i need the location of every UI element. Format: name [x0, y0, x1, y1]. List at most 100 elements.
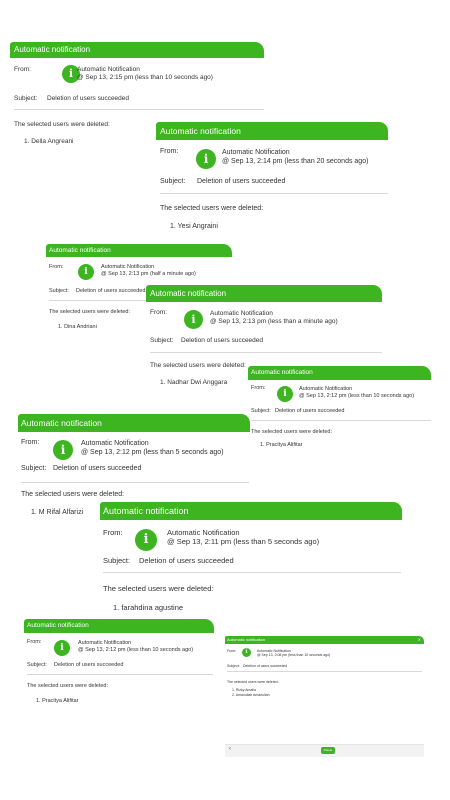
- subject-text: Deletion of users succeeded: [53, 465, 142, 472]
- sender-meta: Automatic Notification @ Sep 13, 2:12 pm…: [81, 440, 224, 458]
- subject-label: Subject:: [27, 662, 47, 668]
- dialog-footer: ‹ Delete: [225, 744, 424, 757]
- sender-name: Automatic Notification: [299, 386, 353, 392]
- timestamp: @ Sep 13, 2:12 pm (less than 5 seconds a…: [81, 448, 224, 456]
- sender-name: Automatic Notification: [210, 310, 273, 317]
- notification-card: Automatic notification From: i Automatic…: [248, 366, 431, 462]
- subject-label: Subject:: [49, 288, 69, 294]
- deleted-user: 1. Pracitya Alifitar: [36, 698, 79, 704]
- header-title: Automatic notification: [227, 637, 266, 642]
- info-icon: i: [184, 310, 203, 329]
- sender-meta: Automatic Notification @ Sep 13, 2:15 pm…: [77, 66, 213, 82]
- deleted-user: 1. farahdina agustine: [113, 603, 184, 612]
- notification-card: Automatic notification From: i Automatic…: [24, 619, 214, 715]
- subject-label: Subject:: [251, 408, 271, 414]
- subject-label: Subject:: [103, 556, 131, 565]
- notification-header: Automatic notification: [248, 366, 431, 380]
- deleted-user: 1. Della Angreani: [24, 138, 74, 145]
- sender-meta: Automatic Notification @ Sep 13, 2:11 pm…: [167, 528, 319, 547]
- sender-name: Automatic Notification: [222, 149, 290, 156]
- body-text: The selected users were deleted:: [251, 429, 333, 435]
- deleted-user: 1. Dina Andriani: [58, 324, 97, 330]
- info-icon: i: [196, 149, 216, 169]
- subject-label: Subject:: [160, 178, 186, 185]
- deleted-user: 1. Yesi Angraini: [170, 223, 218, 230]
- body-text: The selected users were deleted:: [103, 584, 214, 593]
- notification-header: Automatic notification: [146, 285, 382, 302]
- subject-text: Deletion of users succeeded: [54, 662, 124, 668]
- sender-name: Automatic Notification: [78, 640, 132, 646]
- notification-header: Automatic notification ✕: [225, 636, 424, 644]
- notification-window: Automatic notification ✕ From: i Automat…: [225, 636, 424, 757]
- sender-meta: Automatic Notification @ Sep 13, 2:14 pm…: [222, 149, 368, 167]
- info-icon: i: [135, 529, 157, 551]
- info-icon: i: [277, 386, 293, 402]
- chevron-left-icon[interactable]: ‹: [229, 746, 231, 752]
- from-label: From:: [49, 264, 64, 270]
- sender-meta: Automatic Notification @ Sep 13, 2:13 pm…: [210, 310, 338, 326]
- timestamp: @ Sep 13, 2:15 pm (less than 10 seconds …: [77, 74, 213, 82]
- close-icon[interactable]: ✕: [418, 636, 421, 644]
- subject-label: Subject:: [21, 465, 47, 472]
- from-label: From:: [160, 148, 179, 155]
- info-icon: i: [54, 640, 70, 656]
- divider: [227, 671, 422, 672]
- timestamp: @ Sep 13, 2:12 pm (less than 10 seconds …: [299, 392, 415, 399]
- from-label: From:: [150, 309, 167, 316]
- deleted-user: 1. Pracitya Alifitar: [260, 442, 303, 448]
- timestamp: @ Sep 13, 2:13 pm (half a minute ago): [101, 270, 196, 277]
- body-text: The selected users were deleted:: [150, 362, 246, 369]
- body-text: The selected users were deleted:: [49, 309, 131, 315]
- subject-text: Deletion of users succeeded: [197, 178, 286, 185]
- subject-label: Subject:: [227, 664, 240, 668]
- timestamp: @ Sep 13, 2:08 pm (less than 10 seconds …: [257, 653, 331, 658]
- deleted-user: 1. Rizky Amalia: [232, 688, 256, 692]
- notification-header: Automatic notification: [100, 502, 402, 520]
- body-text: The selected users were deleted:: [227, 680, 279, 684]
- body-text: The selected users were deleted:: [14, 121, 110, 128]
- divider: [251, 420, 431, 421]
- divider: [27, 674, 213, 675]
- sender-name: Automatic Notification: [81, 440, 149, 447]
- sender-meta: Automatic Notification @ Sep 13, 2:13 pm…: [101, 264, 196, 278]
- subject-text: Deletion of users succeeded: [76, 288, 146, 294]
- body-text: The selected users were deleted:: [21, 491, 125, 498]
- from-label: From:: [251, 385, 266, 391]
- sender-name: Automatic Notification: [101, 264, 155, 270]
- info-icon: i: [53, 440, 73, 460]
- from-label: From:: [27, 639, 42, 645]
- from-label: From:: [227, 649, 237, 653]
- deleted-user: 2. Amanullah Amanullah: [232, 693, 270, 697]
- divider: [103, 572, 401, 573]
- subject-label: Subject:: [150, 337, 174, 344]
- body-text: The selected users were deleted:: [27, 683, 109, 689]
- subject-text: Deletion of users succeeded: [47, 95, 130, 102]
- notification-header: Automatic notification: [10, 42, 264, 58]
- notification-header: Automatic notification: [156, 122, 388, 140]
- from-label: From:: [103, 528, 123, 537]
- deleted-user: 1. M Rifal Alfarizi: [31, 509, 84, 516]
- delete-button[interactable]: Delete: [321, 747, 335, 754]
- timestamp: @ Sep 13, 2:12 pm (less than 10 seconds …: [78, 646, 194, 653]
- subject-text: Deletion of users succeeded: [275, 408, 345, 414]
- from-label: From:: [21, 439, 40, 446]
- deleted-user: 1. Nadhar Dwi Anggara: [160, 379, 228, 386]
- subject-text: Deletion of users succeeded: [139, 556, 234, 565]
- sender-meta: Automatic Notification @ Sep 13, 2:12 pm…: [78, 640, 193, 654]
- sender-meta: Automatic Notification @ Sep 13, 2:12 pm…: [299, 386, 414, 400]
- notification-card: Automatic notification From: i Automatic…: [100, 502, 402, 620]
- divider: [14, 109, 264, 110]
- divider: [160, 193, 388, 194]
- info-icon: i: [78, 264, 94, 280]
- sender-name: Automatic Notification: [77, 66, 140, 73]
- notification-header: Automatic notification: [24, 619, 214, 633]
- divider: [21, 482, 249, 483]
- notification-card: Automatic notification From: i Automatic…: [156, 122, 388, 237]
- notification-header: Automatic notification: [46, 244, 232, 257]
- from-label: From:: [14, 66, 31, 73]
- notification-header: Automatic notification: [18, 414, 250, 432]
- divider: [150, 352, 382, 353]
- sender-meta: Automatic Notification @ Sep 13, 2:08 pm…: [257, 649, 330, 658]
- timestamp: @ Sep 13, 2:11 pm (less than 5 seconds a…: [167, 537, 320, 547]
- body-text: The selected users were deleted:: [160, 205, 264, 212]
